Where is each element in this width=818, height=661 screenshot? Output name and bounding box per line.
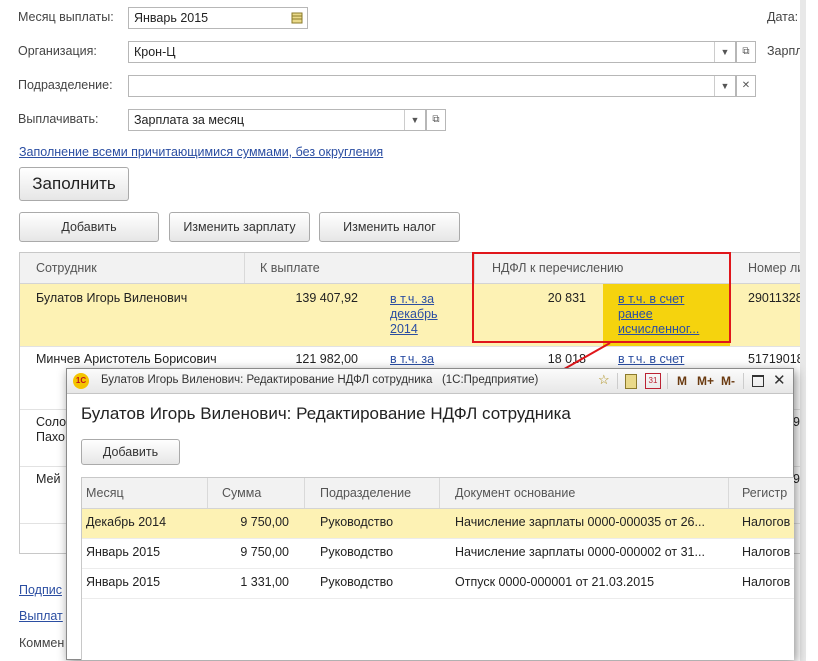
org-value: Крон-Ц (134, 45, 176, 59)
ndfl-edit-dialog: 1С Булатов Игорь Виленович: Редактирован… (66, 368, 794, 660)
memory-minus-button[interactable]: M- (721, 374, 735, 388)
col-register[interactable]: Регистр (742, 478, 787, 508)
dialog-title: Булатов Игорь Виленович: Редактирование … (101, 374, 539, 386)
employee-name: Булатов Игорь Виленович (36, 291, 188, 305)
month-label: Месяц выплаты: (18, 10, 114, 24)
payment-link[interactable]: Выплат (19, 609, 63, 623)
comment-label: Коммен (19, 636, 65, 650)
change-tax-button[interactable]: Изменить налог (319, 212, 460, 242)
row-department: Руководство (320, 515, 394, 529)
memory-m-button[interactable]: M (677, 374, 687, 388)
row-document: Начисление зарплаты 0000-000002 от 31... (455, 545, 705, 559)
col-month[interactable]: Месяц (86, 478, 124, 508)
row-register: Налогов (742, 545, 791, 559)
table-header: Месяц Сумма Подразделение Документ основ… (82, 478, 794, 509)
dialog-heading: Булатов Игорь Виленович: Редактирование … (81, 404, 571, 423)
col-separator (207, 478, 208, 508)
col-separator (244, 253, 245, 283)
amount-detail-link[interactable]: в т.ч. за декабрь 2014 (390, 292, 460, 337)
row-month: Декабрь 2014 (86, 515, 167, 529)
maximize-icon[interactable] (752, 375, 764, 387)
change-salary-button[interactable]: Изменить зарплату (169, 212, 310, 242)
org-label: Организация: (18, 44, 97, 58)
col-employee[interactable]: Сотрудник (36, 253, 97, 283)
row-sum: 9 750,00 (240, 545, 289, 559)
row-department: Руководство (320, 575, 394, 589)
pay-value: Зарплата за месяц (134, 113, 245, 127)
row-department: Руководство (320, 545, 394, 559)
col-number[interactable]: Номер ли (748, 253, 804, 283)
close-icon[interactable]: ✕ (773, 371, 786, 389)
fill-mode-link[interactable]: Заполнение всеми причитающимися суммами,… (19, 145, 383, 159)
dialog-titlebar[interactable]: 1С Булатов Игорь Виленович: Редактирован… (67, 369, 793, 394)
dept-field[interactable]: ▼ (128, 75, 736, 97)
open-org-icon[interactable]: ⧉ (736, 41, 756, 63)
employee-name: Минчев Аристотель Борисович (36, 352, 217, 366)
row-sum: 1 331,00 (240, 575, 289, 589)
row-register: Налогов (742, 515, 791, 529)
ndfl-table: Месяц Сумма Подразделение Документ основ… (81, 477, 794, 660)
month-field[interactable]: Январь 2015 (128, 7, 308, 29)
row-document: Отпуск 0000-000001 от 21.03.2015 (455, 575, 655, 589)
row-month: Январь 2015 (86, 545, 161, 559)
personal-number: 290113288 (748, 291, 807, 305)
employee-name-line2: Пахо (36, 430, 65, 444)
amount: 121 982,00 (295, 352, 358, 366)
page-edge (806, 0, 818, 661)
org-field[interactable]: Крон-Ц ▼ (128, 41, 736, 63)
signatures-link[interactable]: Подпис (19, 583, 62, 597)
col-sum[interactable]: Сумма (222, 478, 261, 508)
row-register: Налогов (742, 575, 791, 589)
divider (743, 373, 744, 389)
memory-plus-button[interactable]: M+ (697, 374, 714, 388)
row-month: Январь 2015 (86, 575, 161, 589)
callout-highlight-box (472, 252, 731, 343)
employee-name: Мей (36, 472, 61, 486)
table-row[interactable]: Январь 2015 1 331,00 Руководство Отпуск … (82, 569, 794, 599)
tax-detail-link[interactable]: в т.ч. в счет (618, 352, 684, 366)
col-department[interactable]: Подразделение (320, 478, 411, 508)
calculator-icon[interactable] (625, 374, 637, 389)
col-separator (728, 478, 729, 508)
col-document[interactable]: Документ основание (455, 478, 575, 508)
dropdown-arrow-icon[interactable]: ▼ (714, 42, 735, 62)
row-sum: 9 750,00 (240, 515, 289, 529)
table-row[interactable]: Январь 2015 9 750,00 Руководство Начисле… (82, 539, 794, 569)
clear-icon[interactable]: ✕ (736, 75, 756, 97)
table-row[interactable]: Декабрь 2014 9 750,00 Руководство Начисл… (82, 509, 794, 539)
employee-name: Соло (36, 415, 67, 429)
pay-label: Выплачивать: (18, 112, 99, 126)
col-to-pay[interactable]: К выплате (260, 253, 320, 283)
amount: 139 407,92 (295, 291, 358, 305)
row-document: Начисление зарплаты 0000-000035 от 26... (455, 515, 705, 529)
amount-detail-link[interactable]: в т.ч. за (390, 352, 434, 366)
dept-label: Подразделение: (18, 78, 113, 92)
dropdown-arrow-icon[interactable]: ▼ (404, 110, 425, 130)
personal-number: 517190186 (748, 352, 807, 366)
open-pay-icon[interactable]: ⧉ (426, 109, 446, 131)
pay-field[interactable]: Зарплата за месяц ▼ (128, 109, 426, 131)
app-1c-icon: 1С (73, 373, 89, 389)
month-value: Январь 2015 (134, 11, 209, 25)
dropdown-arrow-icon[interactable]: ▼ (714, 76, 735, 96)
fill-button[interactable]: Заполнить (19, 167, 129, 201)
col-separator (439, 478, 440, 508)
dialog-add-button[interactable]: Добавить (81, 439, 180, 465)
col-separator (304, 478, 305, 508)
calendar-icon[interactable]: 31 (645, 373, 661, 389)
date-label: Дата: (767, 10, 799, 24)
add-button[interactable]: Добавить (19, 212, 159, 242)
favorite-star-icon[interactable]: ☆ (598, 372, 610, 388)
divider (667, 373, 668, 389)
calendar-picker-icon[interactable] (287, 8, 307, 28)
divider (617, 373, 618, 389)
